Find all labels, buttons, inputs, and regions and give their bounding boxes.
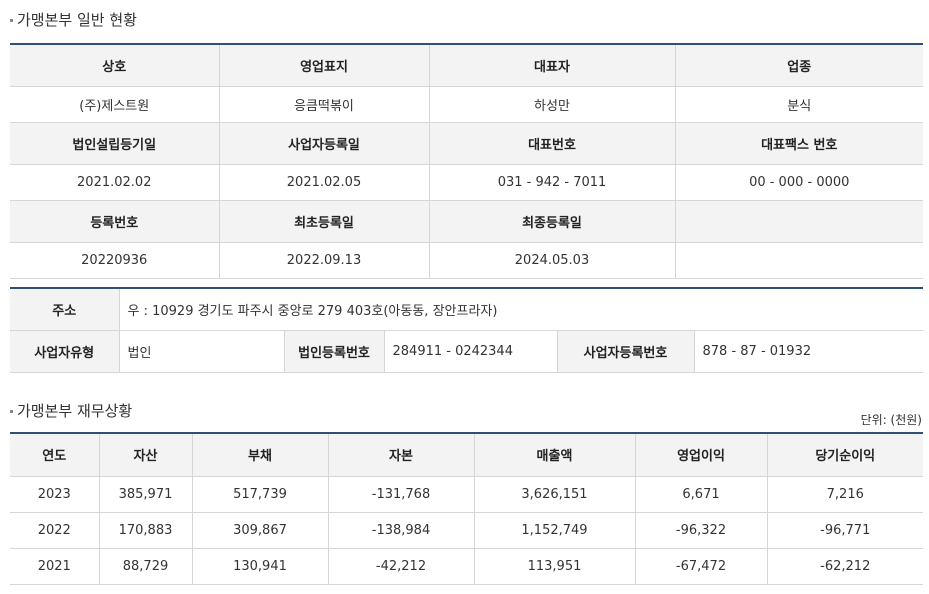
bullet-icon: [10, 19, 13, 22]
header-cell-biz-reg-date: 사업자등록일: [219, 122, 430, 165]
cell-assets: 170,883: [99, 512, 193, 549]
header-cell-liabilities: 부채: [192, 433, 329, 477]
value-phone: 031 - 942 - 7011: [429, 164, 676, 201]
header-cell-phone: 대표번호: [429, 122, 676, 165]
value-biz-reg-date: 2021.02.05: [219, 164, 430, 201]
cell-equity: -138,984: [328, 512, 475, 549]
cell-year: 2023: [10, 476, 100, 513]
header-cell-address: 주소: [10, 288, 120, 331]
value-corp-no: 284911 - 0242344: [384, 330, 558, 373]
section-title-finance: 가맹본부 재무상황: [10, 400, 132, 421]
header-cell-empty: [675, 200, 923, 243]
cell-net-income: -96,771: [767, 512, 923, 549]
table-row: 등록번호 최초등록일 최종등록일: [10, 200, 923, 243]
value-industry: 분식: [675, 86, 923, 123]
cell-net-income: -62,212: [767, 548, 923, 585]
table-row: 2021 88,729 130,941 -42,212 113,951 -67,…: [10, 548, 923, 585]
address-info-table: 주소 우 : 10929 경기도 파주시 중앙로 279 403호(아동동, 장…: [10, 287, 923, 373]
cell-year: 2022: [10, 512, 100, 549]
value-ceo: 하성만: [429, 86, 676, 123]
value-company: (주)제스트원: [10, 86, 220, 123]
cell-revenue: 113,951: [474, 548, 636, 585]
header-cell-net-income: 당기순이익: [767, 433, 923, 477]
header-cell-reg-no: 등록번호: [10, 200, 220, 243]
header-cell-revenue: 매출액: [474, 433, 636, 477]
unit-label: 단위: (천원): [860, 413, 922, 427]
bullet-icon: [10, 410, 13, 413]
cell-assets: 385,971: [99, 476, 193, 513]
cell-revenue: 1,152,749: [474, 512, 636, 549]
value-incorporation-date: 2021.02.02: [10, 164, 220, 201]
header-cell-ceo: 대표자: [429, 44, 676, 87]
table-row: 20220936 2022.09.13 2024.05.03: [10, 242, 923, 279]
value-biz-no: 878 - 87 - 01932: [694, 330, 923, 373]
table-row: (주)제스트원 응큼떡볶이 하성만 분식: [10, 86, 923, 123]
cell-equity: -42,212: [328, 548, 475, 585]
cell-revenue: 3,626,151: [474, 476, 636, 513]
header-cell-industry: 업종: [675, 44, 923, 87]
value-reg-no: 20220936: [10, 242, 220, 279]
table-row: 주소 우 : 10929 경기도 파주시 중앙로 279 403호(아동동, 장…: [10, 288, 923, 331]
table-header-row: 연도 자산 부채 자본 매출액 영업이익 당기순이익: [10, 433, 923, 477]
header-cell-incorporation-date: 법인설립등기일: [10, 122, 220, 165]
cell-liabilities: 130,941: [192, 548, 329, 585]
value-brand: 응큼떡볶이: [219, 86, 430, 123]
value-empty: [675, 242, 923, 279]
cell-operating-income: -96,322: [635, 512, 768, 549]
section-title-finance-text: 가맹본부 재무상황: [17, 402, 133, 420]
table-row: 법인설립등기일 사업자등록일 대표번호 대표팩스 번호: [10, 122, 923, 165]
value-first-reg-date: 2022.09.13: [219, 242, 430, 279]
table-row: 사업자유형 법인 법인등록번호 284911 - 0242344 사업자등록번호…: [10, 330, 923, 373]
cell-net-income: 7,216: [767, 476, 923, 513]
general-info-table: 상호 영업표지 대표자 업종 (주)제스트원 응큼떡볶이 하성만 분식 법인설립…: [10, 43, 923, 279]
finance-table: 연도 자산 부채 자본 매출액 영업이익 당기순이익 2023 385,971 …: [10, 432, 923, 585]
cell-operating-income: -67,472: [635, 548, 768, 585]
section-title-general: 가맹본부 일반 현황: [10, 9, 137, 30]
value-biz-type: 법인: [119, 330, 285, 373]
cell-liabilities: 517,739: [192, 476, 329, 513]
cell-liabilities: 309,867: [192, 512, 329, 549]
table-row: 상호 영업표지 대표자 업종: [10, 44, 923, 87]
header-cell-fax: 대표팩스 번호: [675, 122, 923, 165]
header-cell-brand: 영업표지: [219, 44, 430, 87]
cell-operating-income: 6,671: [635, 476, 768, 513]
header-cell-company: 상호: [10, 44, 220, 87]
cell-year: 2021: [10, 548, 100, 585]
header-cell-assets: 자산: [99, 433, 193, 477]
header-cell-biz-no: 사업자등록번호: [557, 330, 695, 373]
value-last-reg-date: 2024.05.03: [429, 242, 676, 279]
value-address: 우 : 10929 경기도 파주시 중앙로 279 403호(아동동, 장안프라…: [119, 288, 923, 331]
header-cell-first-reg-date: 최초등록일: [219, 200, 430, 243]
header-cell-last-reg-date: 최종등록일: [429, 200, 676, 243]
header-cell-biz-type: 사업자유형: [10, 330, 120, 373]
table-row: 2023 385,971 517,739 -131,768 3,626,151 …: [10, 476, 923, 513]
cell-assets: 88,729: [99, 548, 193, 585]
cell-equity: -131,768: [328, 476, 475, 513]
value-fax: 00 - 000 - 0000: [675, 164, 923, 201]
section-title-general-text: 가맹본부 일반 현황: [17, 11, 137, 29]
table-row: 2021.02.02 2021.02.05 031 - 942 - 7011 0…: [10, 164, 923, 201]
header-cell-operating-income: 영업이익: [635, 433, 768, 477]
header-cell-equity: 자본: [328, 433, 475, 477]
table-row: 2022 170,883 309,867 -138,984 1,152,749 …: [10, 512, 923, 549]
header-cell-year: 연도: [10, 433, 100, 477]
header-cell-corp-no: 법인등록번호: [284, 330, 385, 373]
